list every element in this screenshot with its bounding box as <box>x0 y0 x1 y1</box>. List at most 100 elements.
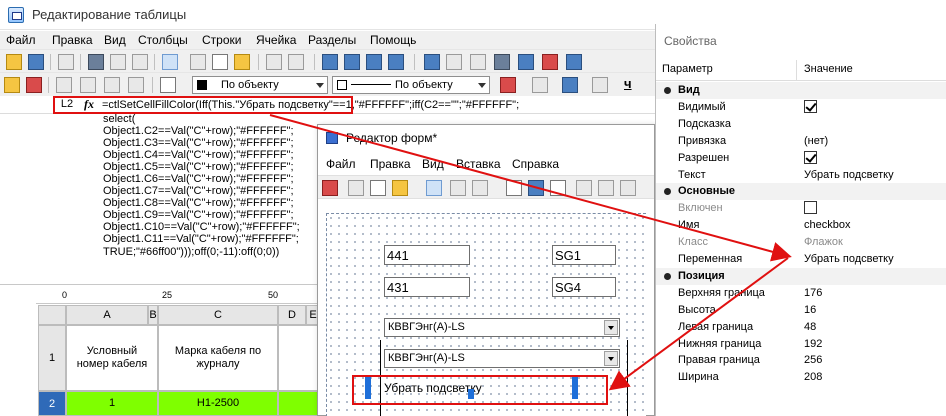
col-header-c[interactable]: C <box>158 305 278 325</box>
form-field[interactable]: 441 <box>384 245 470 265</box>
property-value[interactable]: Флажок <box>804 236 843 248</box>
form-field[interactable]: SG4 <box>552 277 616 297</box>
print-icon[interactable] <box>58 54 74 70</box>
form-copy-icon[interactable] <box>370 180 386 196</box>
form-menu-insert[interactable]: Вставка <box>456 157 501 171</box>
table-cell[interactable]: Условный номер кабеля <box>66 325 158 391</box>
line-combo[interactable]: По объекту <box>332 76 490 94</box>
menu-view[interactable]: Вид <box>104 33 126 47</box>
property-row[interactable]: Класс Флажок <box>656 234 946 251</box>
insert-col-icon[interactable] <box>80 77 96 93</box>
property-checkbox[interactable] <box>804 99 817 113</box>
form-grid-icon[interactable] <box>450 180 466 196</box>
table-cell-highlighted[interactable] <box>278 391 320 416</box>
property-row[interactable]: Разрешен <box>656 150 946 167</box>
undo-icon[interactable] <box>266 54 282 70</box>
menu-edit[interactable]: Правка <box>52 33 93 47</box>
property-row[interactable]: Включен <box>656 200 946 217</box>
menu-rows[interactable]: Строки <box>202 33 241 47</box>
property-row[interactable]: Подсказка <box>656 116 946 133</box>
form-editor-titlebar[interactable]: Редактор форм* <box>318 125 654 151</box>
menu-columns[interactable]: Столбцы <box>138 33 188 47</box>
form-menu-help[interactable]: Справка <box>512 157 559 171</box>
link-icon[interactable] <box>132 54 148 70</box>
col-header-d[interactable]: D <box>278 305 306 325</box>
form-layers-icon[interactable] <box>472 180 488 196</box>
property-checkbox[interactable] <box>804 201 817 215</box>
report-icon[interactable] <box>494 54 510 70</box>
table-cell[interactable]: Марка кабеля по журналу <box>158 325 278 391</box>
preview-eye-icon[interactable] <box>162 54 178 70</box>
menu-file[interactable]: Файл <box>6 33 36 47</box>
valign-icon[interactable] <box>592 77 608 93</box>
form-menu-edit[interactable]: Правка <box>370 157 411 171</box>
property-group[interactable]: Вид <box>656 82 946 99</box>
fill-combo[interactable]: По объекту <box>192 76 328 94</box>
property-value[interactable]: Убрать подсветку <box>804 253 894 265</box>
move-right-icon[interactable] <box>388 54 404 70</box>
table-cell-highlighted[interactable]: 1 <box>66 391 158 416</box>
insert-row-icon[interactable] <box>56 77 72 93</box>
form-paste-icon[interactable] <box>392 180 408 196</box>
property-value[interactable]: 192 <box>804 338 822 350</box>
underline-button[interactable]: ч <box>624 76 632 91</box>
chevron-down-icon[interactable] <box>604 320 618 335</box>
form-menu-file[interactable]: Файл <box>326 157 356 171</box>
align-icon[interactable] <box>562 77 578 93</box>
form-radio-icon[interactable] <box>550 180 566 196</box>
property-group[interactable]: Основные <box>656 183 946 201</box>
book-icon[interactable] <box>518 54 534 70</box>
save-icon[interactable] <box>28 54 44 70</box>
form-new-icon[interactable] <box>322 180 338 196</box>
cut-icon[interactable] <box>190 54 206 70</box>
split-icon[interactable] <box>128 77 144 93</box>
property-value[interactable]: checkbox <box>804 219 850 231</box>
corner-header[interactable] <box>38 305 66 325</box>
sort-icon[interactable] <box>446 54 462 70</box>
property-row[interactable]: Ширина 208 <box>656 369 946 386</box>
formula-continuation[interactable]: select( Object1.C2==Val("C"+row);"#FFFFF… <box>103 113 313 258</box>
open-icon[interactable] <box>6 54 22 70</box>
col-header-b[interactable]: B <box>148 305 158 325</box>
formula-icon[interactable] <box>424 54 440 70</box>
property-value[interactable]: (нет) <box>804 135 828 147</box>
chevron-down-icon[interactable] <box>604 351 618 366</box>
line-color-icon[interactable] <box>500 77 516 93</box>
merge-icon[interactable] <box>104 77 120 93</box>
row-header-2[interactable]: 2 <box>38 391 66 416</box>
chart-icon[interactable] <box>542 54 558 70</box>
property-row[interactable]: Правая граница 256 <box>656 352 946 369</box>
property-value[interactable]: Убрать подсветку <box>804 169 894 181</box>
col-header-a[interactable]: A <box>66 305 148 325</box>
property-row[interactable]: Верхняя граница 176 <box>656 285 946 302</box>
move-up-icon[interactable] <box>322 54 338 70</box>
property-row[interactable]: Высота 16 <box>656 302 946 319</box>
cable-type-dropdown[interactable]: КВВГЭнг(А)-LS <box>384 349 620 368</box>
form-label-icon[interactable] <box>506 180 522 196</box>
property-row[interactable]: Нижняя граница 192 <box>656 336 946 353</box>
form-hatch-icon[interactable] <box>426 180 442 196</box>
property-group[interactable]: Позиция <box>656 267 946 285</box>
property-value[interactable]: 16 <box>804 304 816 316</box>
copy-icon[interactable] <box>212 54 228 70</box>
cable-type-dropdown[interactable]: КВВГЭнг(А)-LS <box>384 318 620 337</box>
form-checkbox-icon[interactable] <box>528 180 544 196</box>
form-cut-icon[interactable] <box>348 180 364 196</box>
move-left-icon[interactable] <box>366 54 382 70</box>
property-row[interactable]: Привязка (нет) <box>656 133 946 150</box>
property-row[interactable]: Текст Убрать подсветку <box>656 167 946 184</box>
move-down-icon[interactable] <box>344 54 360 70</box>
line-style-icon[interactable] <box>532 77 548 93</box>
menu-sections[interactable]: Разделы <box>308 33 356 47</box>
menu-help[interactable]: Помощь <box>370 33 416 47</box>
table-cell[interactable] <box>278 325 320 391</box>
property-row[interactable]: Левая граница 48 <box>656 319 946 336</box>
redo-icon[interactable] <box>288 54 304 70</box>
form-list-icon[interactable] <box>576 180 592 196</box>
form-field[interactable]: SG1 <box>552 245 616 265</box>
property-value[interactable]: 176 <box>804 287 822 299</box>
filter-icon[interactable] <box>470 54 486 70</box>
brush-icon[interactable] <box>4 77 20 93</box>
form-field[interactable]: 431 <box>384 277 470 297</box>
form-combo-icon[interactable] <box>598 180 614 196</box>
